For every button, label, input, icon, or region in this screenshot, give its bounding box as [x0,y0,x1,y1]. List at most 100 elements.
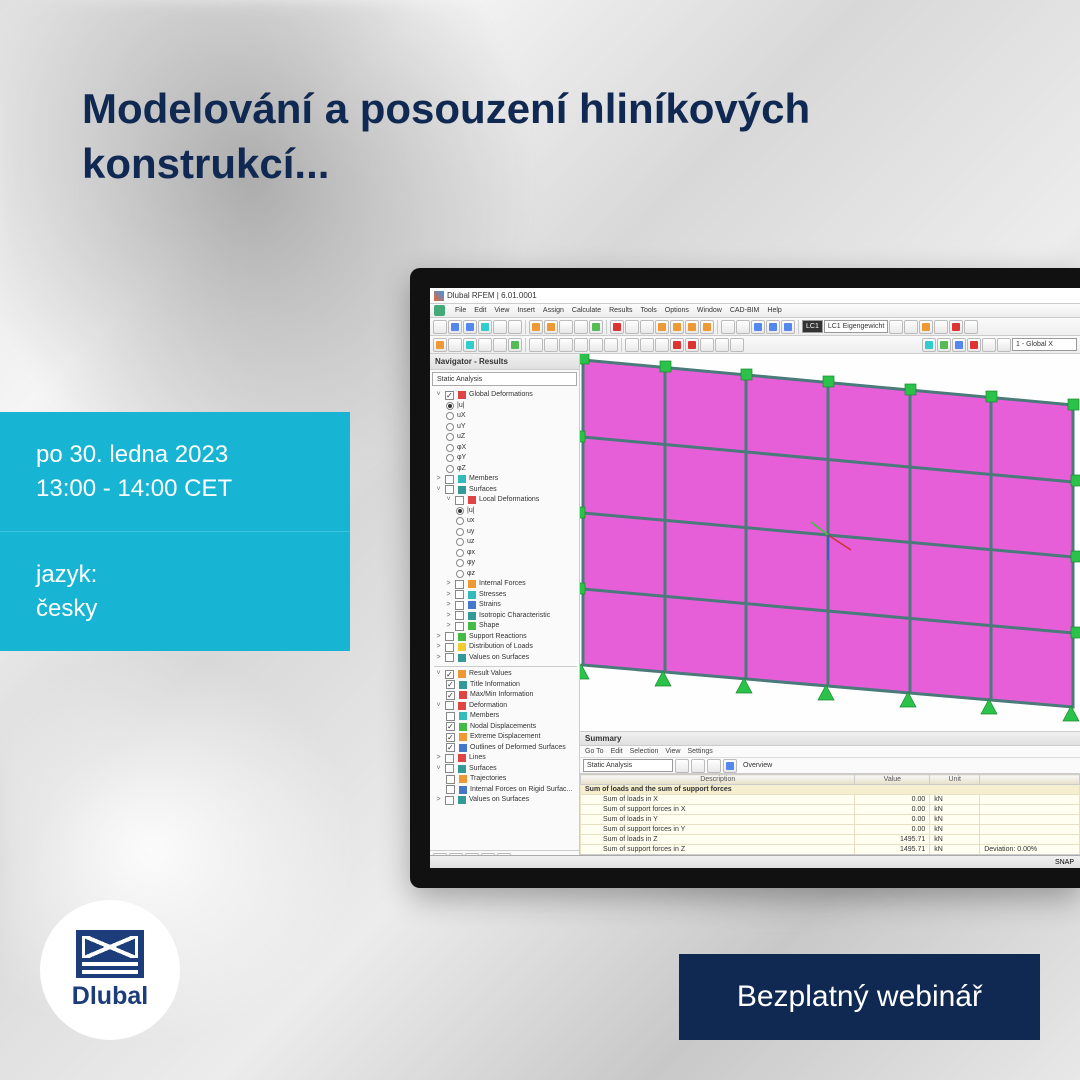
tree-nodal-disp[interactable]: Nodal Displacements [470,722,536,733]
t2-b16[interactable] [670,338,684,352]
sum-tb3[interactable] [707,759,721,773]
tb-b16[interactable] [766,320,780,334]
summary-combo[interactable]: Static Analysis [583,759,673,772]
t2-b19[interactable] [715,338,729,352]
tree-luy[interactable]: uy [467,527,474,538]
t2-v2[interactable] [937,338,951,352]
tree-lphiz[interactable]: φz [467,569,475,580]
tree-lines[interactable]: Lines [469,753,486,764]
tree-lux[interactable]: ux [467,516,474,527]
tree-trajectories[interactable]: Trajectories [470,774,506,785]
tb-b12[interactable] [700,320,714,334]
tree-intforces[interactable]: Internal Forces [479,579,526,590]
tree-deformation[interactable]: Deformation [469,701,507,712]
tree-maxmin[interactable]: Max/Min Information [470,690,533,701]
t2-b13[interactable] [625,338,639,352]
tb-undo[interactable] [493,320,507,334]
tb-b7[interactable] [625,320,639,334]
t2-b11[interactable] [589,338,603,352]
t2-b4[interactable] [478,338,492,352]
tree-lphiy[interactable]: φy [467,558,475,569]
t2-b12[interactable] [604,338,618,352]
tree-ux[interactable]: uX [457,411,466,422]
t2-b8[interactable] [544,338,558,352]
menu-help[interactable]: Help [767,307,781,314]
tb-b9[interactable] [655,320,669,334]
tb-b15[interactable] [751,320,765,334]
tb-b13[interactable] [721,320,735,334]
tb-new[interactable] [433,320,447,334]
tb-save[interactable] [463,320,477,334]
tree-surfaces[interactable]: Surfaces [469,485,497,496]
t2-b3[interactable] [463,338,477,352]
sum-menu-edit[interactable]: Edit [611,748,623,755]
t2-b1[interactable] [433,338,447,352]
sum-menu-settings[interactable]: Settings [687,748,712,755]
t2-b5[interactable] [493,338,507,352]
tree-phiz[interactable]: φZ [457,464,466,475]
tree-lu[interactable]: |u| [467,506,475,517]
tb-r2[interactable] [934,320,948,334]
tree-stresses[interactable]: Stresses [479,590,506,601]
menu-insert[interactable]: Insert [517,307,535,314]
sum-tb4[interactable] [723,759,737,773]
tb-b1[interactable] [529,320,543,334]
tree-shape[interactable]: Shape [479,621,499,632]
sum-menu-selection[interactable]: Selection [630,748,659,755]
menu-edit[interactable]: Edit [474,307,486,314]
tree-uy[interactable]: uY [457,422,466,433]
menubar[interactable]: File Edit View Insert Assign Calculate R… [430,304,1080,318]
t2-v6[interactable] [997,338,1011,352]
tb-next[interactable] [904,320,918,334]
tree-int-rigid[interactable]: Internal Forces on Rigid Surfac... [470,785,572,796]
tree-u[interactable]: |u| [457,401,465,412]
menu-results[interactable]: Results [609,307,632,314]
menu-options[interactable]: Options [665,307,689,314]
tree-support[interactable]: Support Reactions [469,632,527,643]
t2-b20[interactable] [730,338,744,352]
tree-phiy[interactable]: φY [457,453,466,464]
tb-b17[interactable] [781,320,795,334]
t2-b15[interactable] [655,338,669,352]
tree-iso[interactable]: Isotropic Characteristic [479,611,550,622]
tb-lc-badge[interactable]: LC1 [802,320,823,333]
tree-phix[interactable]: φX [457,443,466,454]
tb-open[interactable] [448,320,462,334]
tree-result-values[interactable]: Result Values [469,669,512,680]
tree-dist[interactable]: Distribution of Loads [469,642,533,653]
sum-menu-goto[interactable]: Go To [585,748,604,755]
navigator-combo[interactable]: Static Analysis [432,372,577,386]
tb-b2[interactable] [544,320,558,334]
t2-v1[interactable] [922,338,936,352]
menu-calculate[interactable]: Calculate [572,307,601,314]
tree-def-members[interactable]: Members [470,711,499,722]
tree-uz[interactable]: uZ [457,432,465,443]
tree-local-def[interactable]: Local Deformations [479,495,539,506]
tb-print[interactable] [478,320,492,334]
sum-menu-view[interactable]: View [665,748,680,755]
t2-b9[interactable] [559,338,573,352]
tb-b10[interactable] [670,320,684,334]
t2-b14[interactable] [640,338,654,352]
tree-title-info[interactable]: Title Information [470,680,520,691]
cta-button[interactable]: Bezplatný webinář [679,954,1040,1040]
summary-table[interactable]: Description Value Unit Sum of loads and … [580,774,1080,854]
tb-b11[interactable] [685,320,699,334]
tb-b5[interactable] [589,320,603,334]
t2-v3[interactable] [952,338,966,352]
sum-tb2[interactable] [691,759,705,773]
tb-prev[interactable] [889,320,903,334]
tb-r4[interactable] [964,320,978,334]
navigator-tree[interactable]: ˅Global Deformations |u| uX uY uZ φX φY … [430,388,579,850]
tree-strains[interactable]: Strains [479,600,501,611]
tb-b14[interactable] [736,320,750,334]
tb-r3[interactable] [949,320,963,334]
tb-r1[interactable] [919,320,933,334]
summary-menubar[interactable]: Go To Edit Selection View Settings [580,746,1080,758]
tb-b8[interactable] [640,320,654,334]
t2-b7[interactable] [529,338,543,352]
tree-surfaces2[interactable]: Surfaces [469,764,497,775]
menu-file[interactable]: File [455,307,466,314]
t2-b10[interactable] [574,338,588,352]
t2-b17[interactable] [685,338,699,352]
